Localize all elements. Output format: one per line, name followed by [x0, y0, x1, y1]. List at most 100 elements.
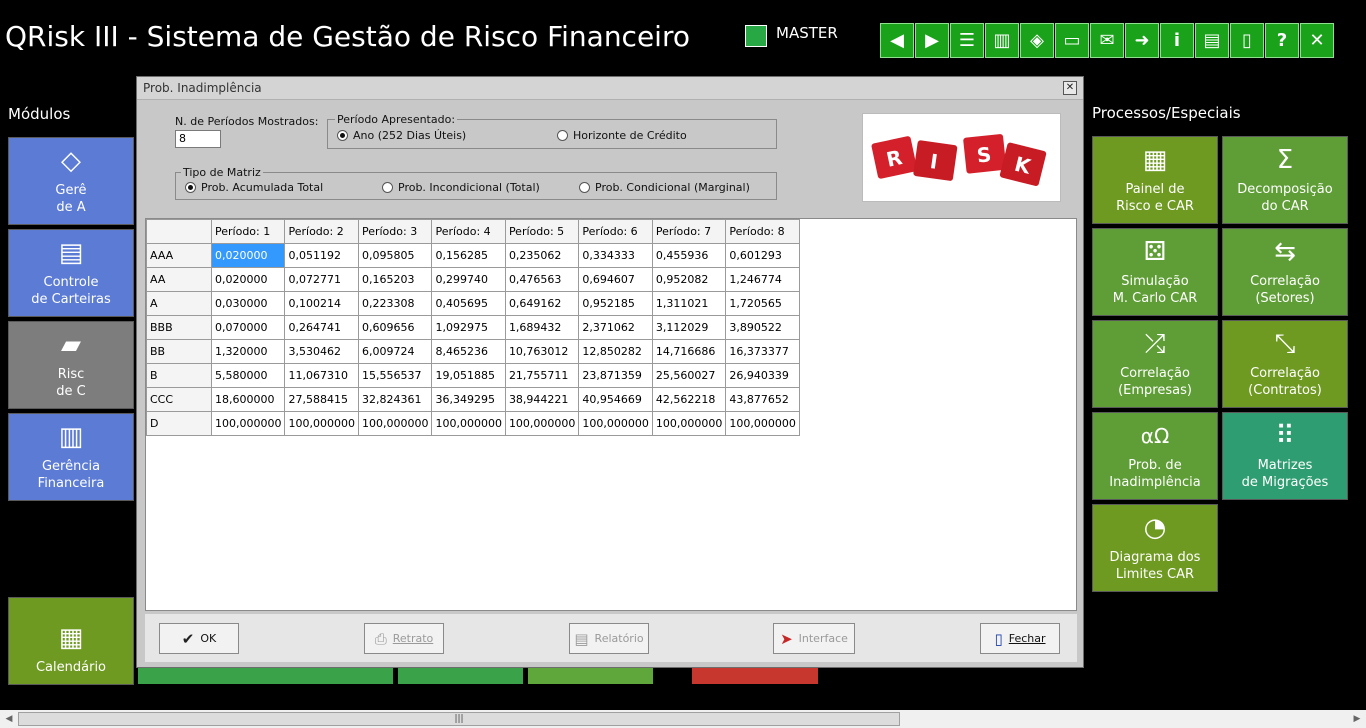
column-header[interactable]: Período: 6 — [578, 219, 653, 244]
table-cell[interactable]: 0,072771 — [284, 267, 359, 292]
table-cell[interactable]: 0,952185 — [578, 291, 653, 316]
column-header[interactable]: Período: 1 — [210, 219, 286, 244]
close-icon[interactable]: ✕ — [1300, 23, 1334, 58]
table-cell[interactable]: 100,000000 — [504, 411, 580, 436]
table-cell[interactable]: 1,320000 — [210, 339, 286, 364]
back-icon[interactable]: ◀ — [880, 23, 914, 58]
table-cell[interactable]: 0,299740 — [431, 267, 506, 292]
radio-incondicional[interactable]: Prob. Incondicional (Total) — [382, 181, 540, 194]
tile-risco-credito[interactable]: ▰ Risc de C — [8, 321, 134, 409]
radio-ano[interactable]: Ano (252 Dias Úteis) — [337, 129, 466, 142]
table-cell[interactable]: 100,000000 — [651, 411, 727, 436]
table-cell[interactable]: 10,763012 — [504, 339, 580, 364]
table-cell[interactable]: 0,601293 — [725, 243, 800, 268]
ladder-icon[interactable]: ▥ — [985, 23, 1019, 58]
data-grid[interactable]: Período: 1 Período: 2 Período: 3 Período… — [145, 218, 1077, 611]
table-cell[interactable]: 32,824361 — [357, 387, 433, 412]
table-cell[interactable]: 0,609656 — [357, 315, 433, 340]
close-icon[interactable]: ✕ — [1063, 81, 1077, 95]
tile-simulacao-mc[interactable]: ⚄ Simulação M. Carlo CAR — [1092, 228, 1218, 316]
tile-correlacao-setores[interactable]: ⇆ Correlação (Setores) — [1222, 228, 1348, 316]
table-cell[interactable]: 100,000000 — [357, 411, 433, 436]
forward-icon[interactable]: ▶ — [915, 23, 949, 58]
tile-decomposicao-car[interactable]: Σ Decomposição do CAR — [1222, 136, 1348, 224]
tile-correlacao-empresas[interactable]: ⤮ Correlação (Empresas) — [1092, 320, 1218, 408]
mail-icon[interactable]: ✉ — [1090, 23, 1124, 58]
interface-button[interactable]: ➤ Interface — [773, 623, 855, 654]
table-cell[interactable]: 25,560027 — [651, 363, 727, 388]
scroll-right-icon[interactable]: ▶ — [1350, 712, 1364, 726]
table-cell[interactable]: 0,476563 — [504, 267, 580, 292]
table-cell[interactable]: 0,020000 — [210, 267, 286, 292]
table-cell[interactable]: 42,562218 — [651, 387, 727, 412]
table-cell[interactable]: 0,223308 — [357, 291, 433, 316]
table-cell[interactable]: 21,755711 — [504, 363, 580, 388]
table-cell[interactable]: 0,070000 — [210, 315, 286, 340]
table-cell[interactable]: 0,334333 — [578, 243, 653, 268]
ok-button[interactable]: ✔ OK — [159, 623, 239, 654]
exit-door-icon[interactable]: ▯ — [1230, 23, 1264, 58]
tile-matrizes-migracoes[interactable]: ⠿ Matrizes de Migrações — [1222, 412, 1348, 500]
radio-horizonte[interactable]: Horizonte de Crédito — [557, 129, 687, 142]
table-cell[interactable]: 1,311021 — [651, 291, 727, 316]
radio-acumulada[interactable]: Prob. Acumulada Total — [185, 181, 323, 194]
fechar-button[interactable]: ▯ Fechar — [980, 623, 1060, 654]
table-cell[interactable]: 23,871359 — [578, 363, 653, 388]
table-cell[interactable]: 1,689432 — [504, 315, 580, 340]
table-cell[interactable]: 3,112029 — [651, 315, 727, 340]
table-cell[interactable]: 6,009724 — [357, 339, 433, 364]
table-cell[interactable]: 1,720565 — [725, 291, 800, 316]
scrollbar-thumb[interactable]: ||| — [18, 712, 900, 726]
table-cell[interactable]: 0,694607 — [578, 267, 653, 292]
table-cell[interactable]: 43,877652 — [725, 387, 800, 412]
table-cell[interactable]: 16,373377 — [725, 339, 800, 364]
retrato-button[interactable]: ⎙ Retrato — [364, 623, 444, 654]
table-cell[interactable]: 12,850282 — [578, 339, 653, 364]
table-cell[interactable]: 0,455936 — [651, 243, 727, 268]
table-cell[interactable]: 27,588415 — [284, 387, 359, 412]
table-cell[interactable]: 0,020000 — [210, 243, 286, 268]
table-cell[interactable]: 2,371062 — [578, 315, 653, 340]
send-icon[interactable]: ➜ — [1125, 23, 1159, 58]
column-header[interactable]: Período: 2 — [284, 219, 359, 244]
table-cell[interactable]: 100,000000 — [210, 411, 286, 436]
relatorio-button[interactable]: ▤ Relatório — [569, 623, 649, 654]
column-header[interactable]: Período: 4 — [431, 219, 506, 244]
scroll-left-icon[interactable]: ◀ — [2, 712, 16, 726]
table-cell[interactable]: 100,000000 — [431, 411, 506, 436]
tile-painel-risco[interactable]: ▦ Painel de Risco e CAR — [1092, 136, 1218, 224]
table-cell[interactable]: 0,095805 — [357, 243, 433, 268]
column-header[interactable]: Período: 5 — [504, 219, 580, 244]
table-cell[interactable]: 100,000000 — [725, 411, 800, 436]
table-cell[interactable]: 15,556537 — [357, 363, 433, 388]
tile-controle-carteiras[interactable]: ▤ Controle de Carteiras — [8, 229, 134, 317]
table-cell[interactable]: 8,465236 — [431, 339, 506, 364]
periods-input[interactable]: 8 — [175, 130, 221, 148]
table-cell[interactable]: 0,264741 — [284, 315, 359, 340]
table-cell[interactable]: 38,944221 — [504, 387, 580, 412]
table-cell[interactable]: 3,890522 — [725, 315, 800, 340]
table-cell[interactable]: 0,156285 — [431, 243, 506, 268]
table-cell[interactable]: 26,940339 — [725, 363, 800, 388]
column-header[interactable]: Período: 8 — [725, 219, 800, 244]
tile-gerencia-financeira[interactable]: ▥ Gerência Financeira — [8, 413, 134, 501]
tile-calendario[interactable]: ▦ Calendário — [8, 597, 134, 685]
help-icon[interactable]: ? — [1265, 23, 1299, 58]
column-header[interactable]: Período: 3 — [357, 219, 433, 244]
table-cell[interactable]: 11,067310 — [284, 363, 359, 388]
table-cell[interactable]: 0,952082 — [651, 267, 727, 292]
traffic-icon[interactable]: ☰ — [950, 23, 984, 58]
table-cell[interactable]: 3,530462 — [284, 339, 359, 364]
horizontal-scrollbar[interactable]: ◀ ||| ▶ — [0, 710, 1366, 728]
table-cell[interactable]: 36,349295 — [431, 387, 506, 412]
table-cell[interactable]: 100,000000 — [578, 411, 653, 436]
table-cell[interactable]: 0,165203 — [357, 267, 433, 292]
table-cell[interactable]: 19,051885 — [431, 363, 506, 388]
radio-condicional[interactable]: Prob. Condicional (Marginal) — [579, 181, 750, 194]
table-cell[interactable]: 0,100214 — [284, 291, 359, 316]
table-cell[interactable]: 5,580000 — [210, 363, 286, 388]
table-cell[interactable]: 0,051192 — [284, 243, 359, 268]
monitor-icon[interactable]: ▭ — [1055, 23, 1089, 58]
tile-prob-inadimplencia[interactable]: αΩ Prob. de Inadimplência — [1092, 412, 1218, 500]
tile-correlacao-contratos[interactable]: ⤡ Correlação (Contratos) — [1222, 320, 1348, 408]
